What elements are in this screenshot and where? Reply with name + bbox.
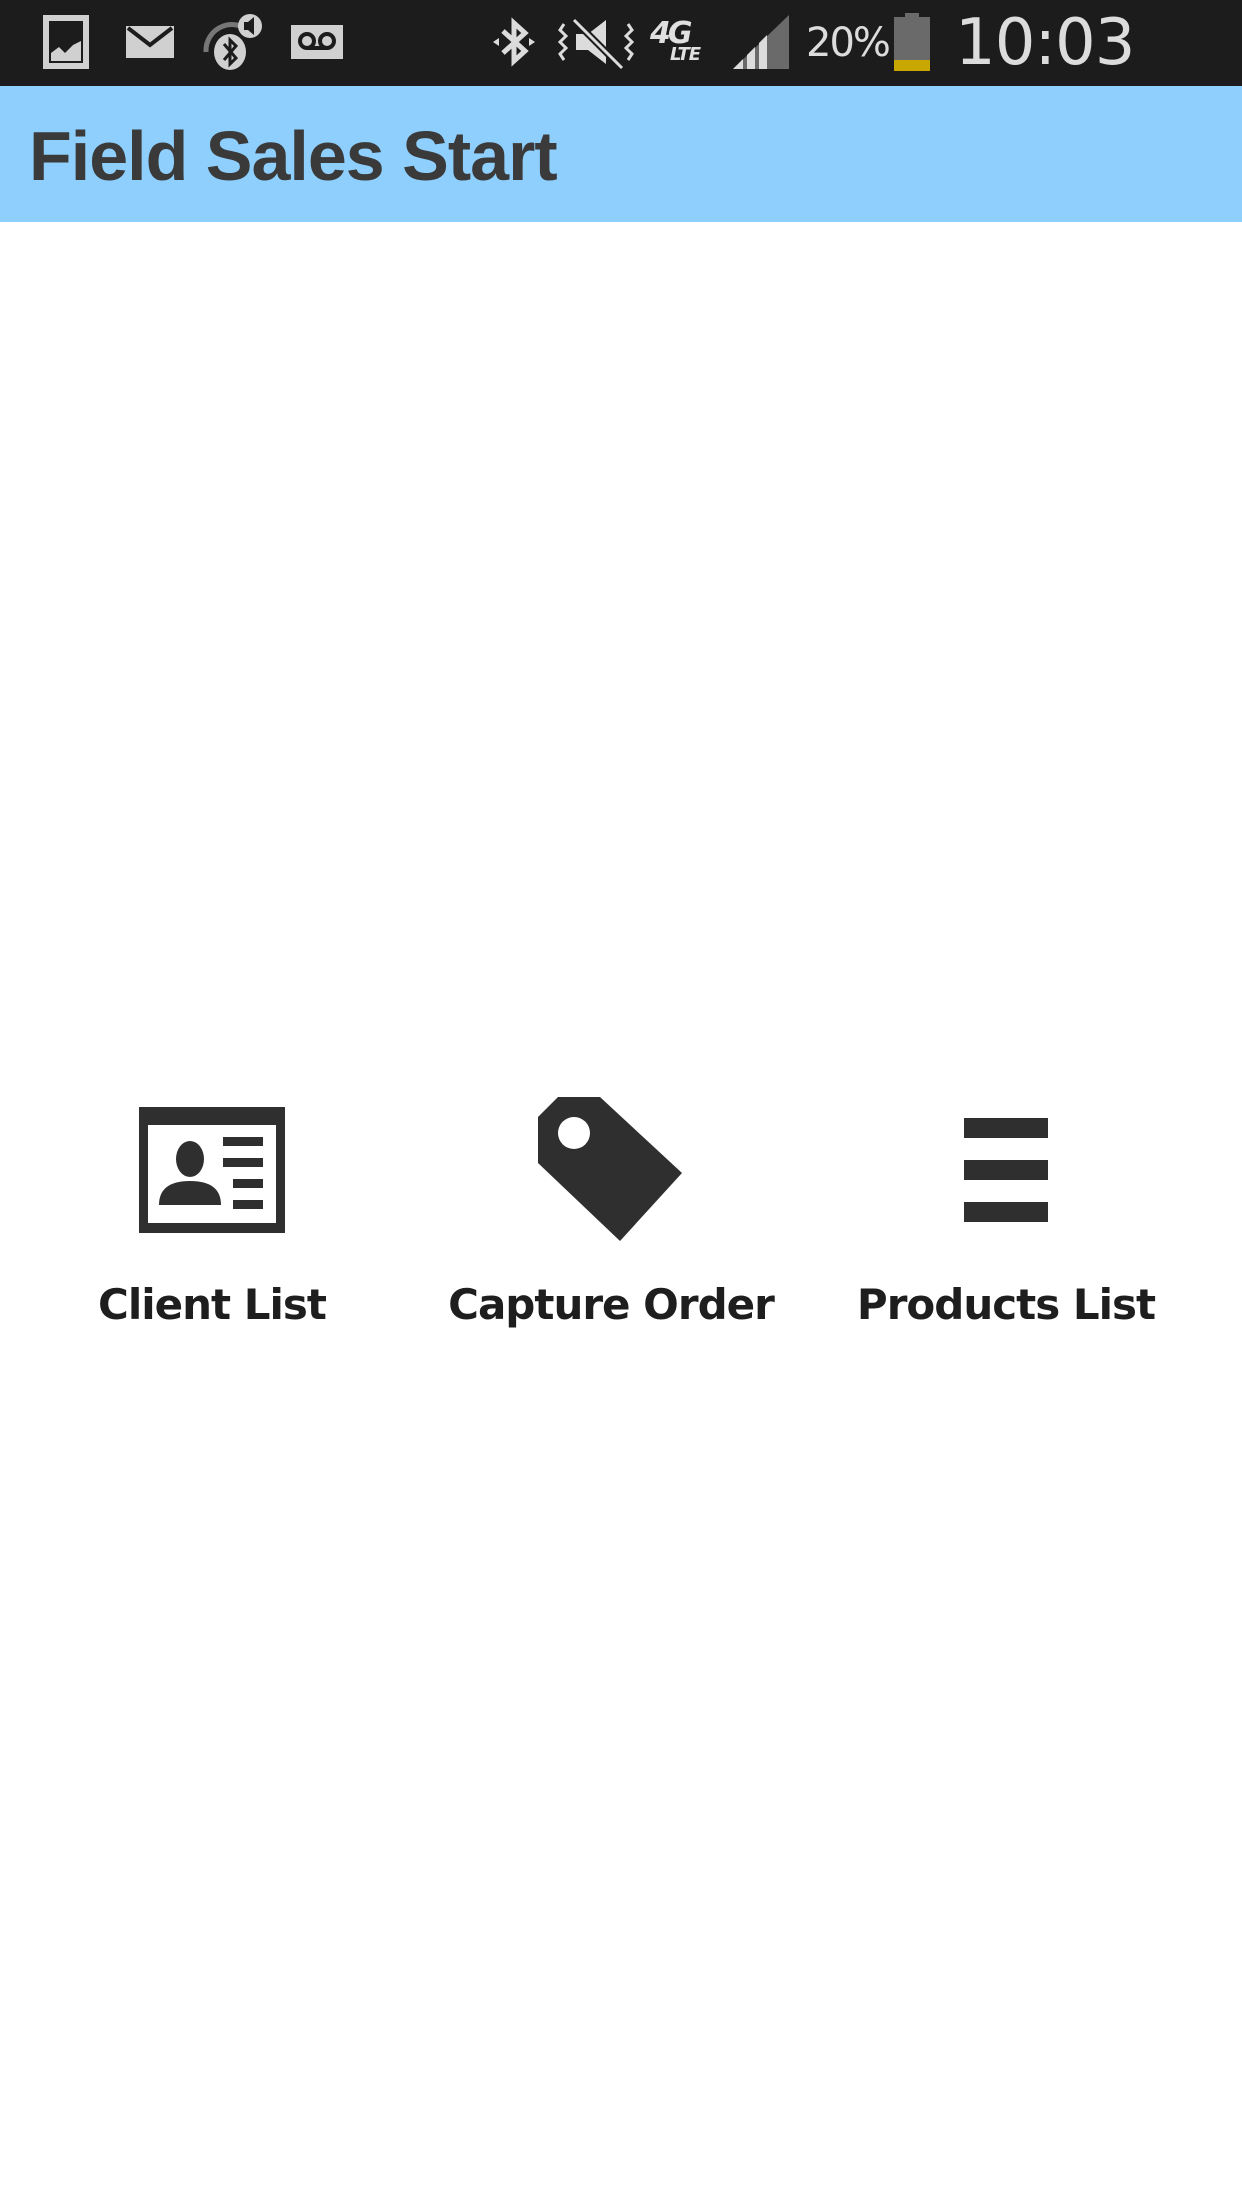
voicemail-icon [288, 14, 346, 70]
gallery-icon [40, 14, 96, 70]
contact-card-icon [139, 1107, 285, 1233]
app-bar: Field Sales Start [0, 86, 1242, 222]
bluetooth-icon [486, 14, 542, 70]
client-list-label: Client List [98, 1280, 327, 1329]
products-list-label: Products List [856, 1280, 1156, 1329]
signal-icon [730, 14, 792, 70]
app-title: Field Sales Start [29, 117, 558, 195]
battery-percent: 20% [806, 20, 891, 66]
client-list-button[interactable]: Client List [47, 1080, 377, 1360]
battery-icon [892, 12, 932, 72]
status-bar: 4G LTE 20% 10:03 PM [0, 0, 1242, 154]
mail-icon [124, 14, 176, 70]
battery-fill [894, 60, 930, 71]
4g-lte-icon: 4G LTE [648, 14, 710, 70]
network-sub-label: LTE [670, 44, 701, 65]
capture-order-button[interactable]: Capture Order [446, 1080, 776, 1360]
list-icon [964, 1118, 1048, 1222]
bluetooth-headset-icon [200, 14, 266, 70]
tag-icon [538, 1097, 682, 1241]
capture-order-label: Capture Order [448, 1280, 775, 1329]
vibrate-mute-icon [556, 14, 638, 70]
products-list-button[interactable]: Products List [841, 1080, 1171, 1360]
